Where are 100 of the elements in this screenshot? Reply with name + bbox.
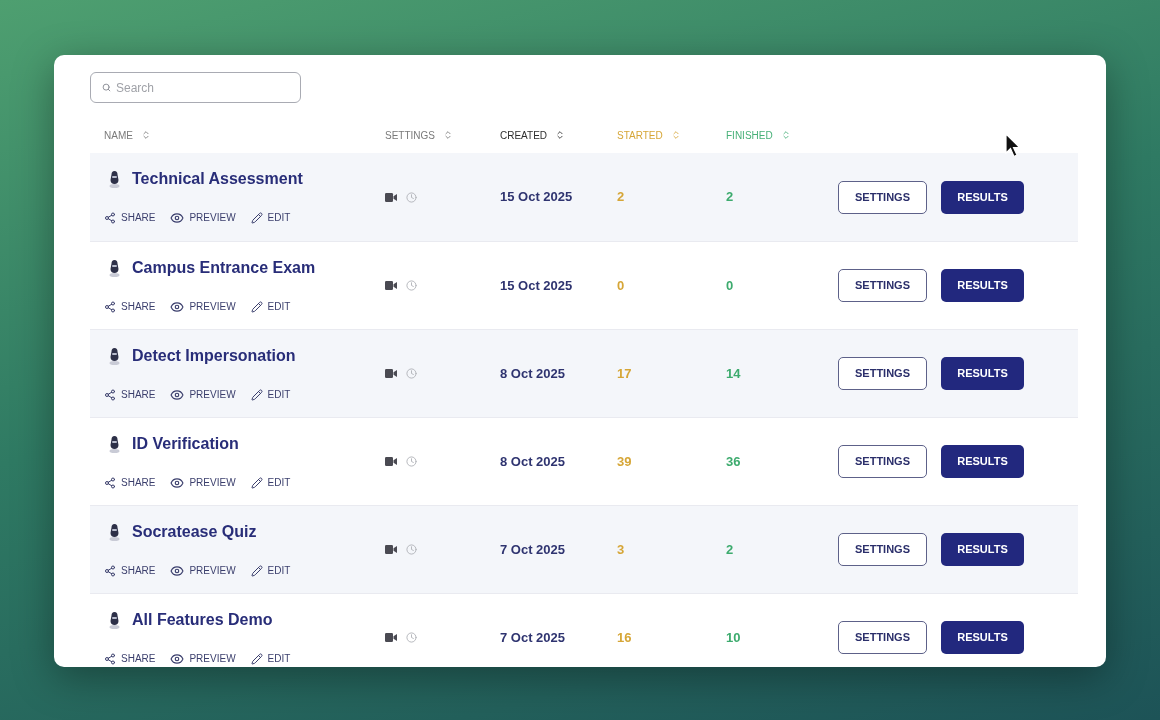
share-link[interactable]: SHARE — [104, 477, 156, 489]
edit-link[interactable]: EDIT — [250, 565, 291, 577]
assessment-title[interactable]: ID Verification — [132, 432, 239, 456]
preview-link[interactable]: PREVIEW — [170, 564, 236, 578]
eye-icon — [170, 211, 185, 225]
clock-icon — [406, 544, 417, 555]
sort-icon — [555, 130, 566, 140]
column-header[interactable]: NAME — [104, 127, 151, 143]
share-icon — [104, 565, 116, 577]
finished-count: 14 — [726, 364, 741, 383]
settings-button[interactable]: SETTINGS — [838, 445, 927, 478]
search-field[interactable]: Search — [90, 72, 301, 103]
results-button[interactable]: RESULTS — [941, 180, 1024, 214]
bust-icon — [108, 611, 121, 629]
eye-icon — [170, 652, 185, 666]
share-link[interactable]: SHARE — [104, 389, 156, 401]
created-date: 7 Oct 2025 — [500, 628, 566, 647]
eye-icon — [170, 388, 185, 402]
assessment-title[interactable]: All Features Demo — [132, 608, 273, 632]
video-camera-icon — [385, 369, 397, 378]
finished-count: 2 — [726, 540, 734, 559]
preview-link[interactable]: PREVIEW — [170, 388, 236, 402]
eye-icon — [170, 300, 185, 314]
pencil-icon — [250, 212, 263, 224]
preview-link[interactable]: PREVIEW — [170, 211, 236, 225]
column-header[interactable]: SETTINGS — [385, 127, 453, 143]
clock-icon — [406, 280, 417, 291]
pencil-icon — [250, 477, 263, 489]
settings-button[interactable]: SETTINGS — [838, 533, 927, 566]
bust-icon — [108, 170, 121, 188]
started-count: 2 — [617, 188, 625, 207]
finished-count: 36 — [726, 452, 741, 471]
edit-link[interactable]: EDIT — [250, 301, 291, 313]
bust-icon — [108, 523, 121, 541]
pencil-icon — [250, 653, 263, 665]
share-link[interactable]: SHARE — [104, 301, 156, 313]
column-header[interactable]: CREATED — [500, 127, 566, 143]
edit-link[interactable]: EDIT — [250, 653, 291, 665]
share-icon — [104, 653, 116, 665]
created-date: 8 Oct 2025 — [500, 364, 566, 383]
settings-button[interactable]: SETTINGS — [838, 357, 927, 390]
sort-icon — [670, 130, 681, 140]
sort-icon — [140, 130, 151, 140]
preview-link[interactable]: PREVIEW — [170, 476, 236, 490]
started-count: 16 — [617, 628, 632, 647]
results-button[interactable]: RESULTS — [941, 445, 1024, 478]
edit-link[interactable]: EDIT — [250, 389, 291, 401]
settings-button[interactable]: SETTINGS — [838, 269, 927, 302]
share-icon — [104, 389, 116, 401]
started-count: 39 — [617, 452, 632, 471]
assessment-title[interactable]: Campus Entrance Exam — [132, 256, 316, 280]
search-icon — [102, 83, 111, 92]
clock-icon — [406, 368, 417, 379]
created-date: 15 Oct 2025 — [500, 276, 573, 295]
clock-icon — [406, 191, 417, 203]
results-button[interactable]: RESULTS — [941, 533, 1024, 566]
bust-icon — [108, 435, 121, 453]
results-button[interactable]: RESULTS — [941, 269, 1024, 302]
bust-icon — [108, 347, 121, 365]
bust-icon — [108, 259, 121, 277]
results-button[interactable]: RESULTS — [941, 357, 1024, 390]
share-icon — [104, 301, 116, 313]
sort-icon — [780, 130, 791, 140]
sort-icon — [443, 130, 453, 140]
edit-link[interactable]: EDIT — [250, 477, 291, 489]
video-camera-icon — [385, 281, 397, 290]
preview-link[interactable]: PREVIEW — [170, 300, 236, 314]
video-camera-icon — [385, 545, 397, 554]
settings-button[interactable]: SETTINGS — [838, 621, 927, 654]
pencil-icon — [250, 301, 263, 313]
video-camera-icon — [385, 457, 397, 466]
started-count: 17 — [617, 364, 632, 383]
eye-icon — [170, 564, 185, 578]
share-icon — [104, 477, 116, 489]
share-link[interactable]: SHARE — [104, 212, 156, 224]
video-camera-icon — [385, 633, 397, 642]
created-date: 8 Oct 2025 — [500, 452, 566, 471]
pencil-icon — [250, 565, 263, 577]
finished-count: 10 — [726, 628, 741, 647]
eye-icon — [170, 476, 185, 490]
share-link[interactable]: SHARE — [104, 653, 156, 665]
settings-button[interactable]: SETTINGS — [838, 180, 927, 214]
video-camera-icon — [385, 192, 397, 202]
assessment-title[interactable]: Socratease Quiz — [132, 520, 257, 544]
results-button[interactable]: RESULTS — [941, 621, 1024, 654]
started-count: 3 — [617, 540, 625, 559]
clock-icon — [406, 632, 417, 643]
share-link[interactable]: SHARE — [104, 565, 156, 577]
clock-icon — [406, 456, 417, 467]
finished-count: 0 — [726, 276, 734, 295]
finished-count: 2 — [726, 188, 734, 207]
started-count: 0 — [617, 276, 625, 295]
preview-link[interactable]: PREVIEW — [170, 652, 236, 666]
assessment-title[interactable]: Technical Assessment — [132, 167, 303, 191]
created-date: 15 Oct 2025 — [500, 188, 573, 207]
pencil-icon — [250, 389, 263, 401]
assessment-title[interactable]: Detect Impersonation — [132, 344, 296, 368]
edit-link[interactable]: EDIT — [250, 212, 291, 224]
created-date: 7 Oct 2025 — [500, 540, 566, 559]
share-icon — [104, 212, 116, 224]
